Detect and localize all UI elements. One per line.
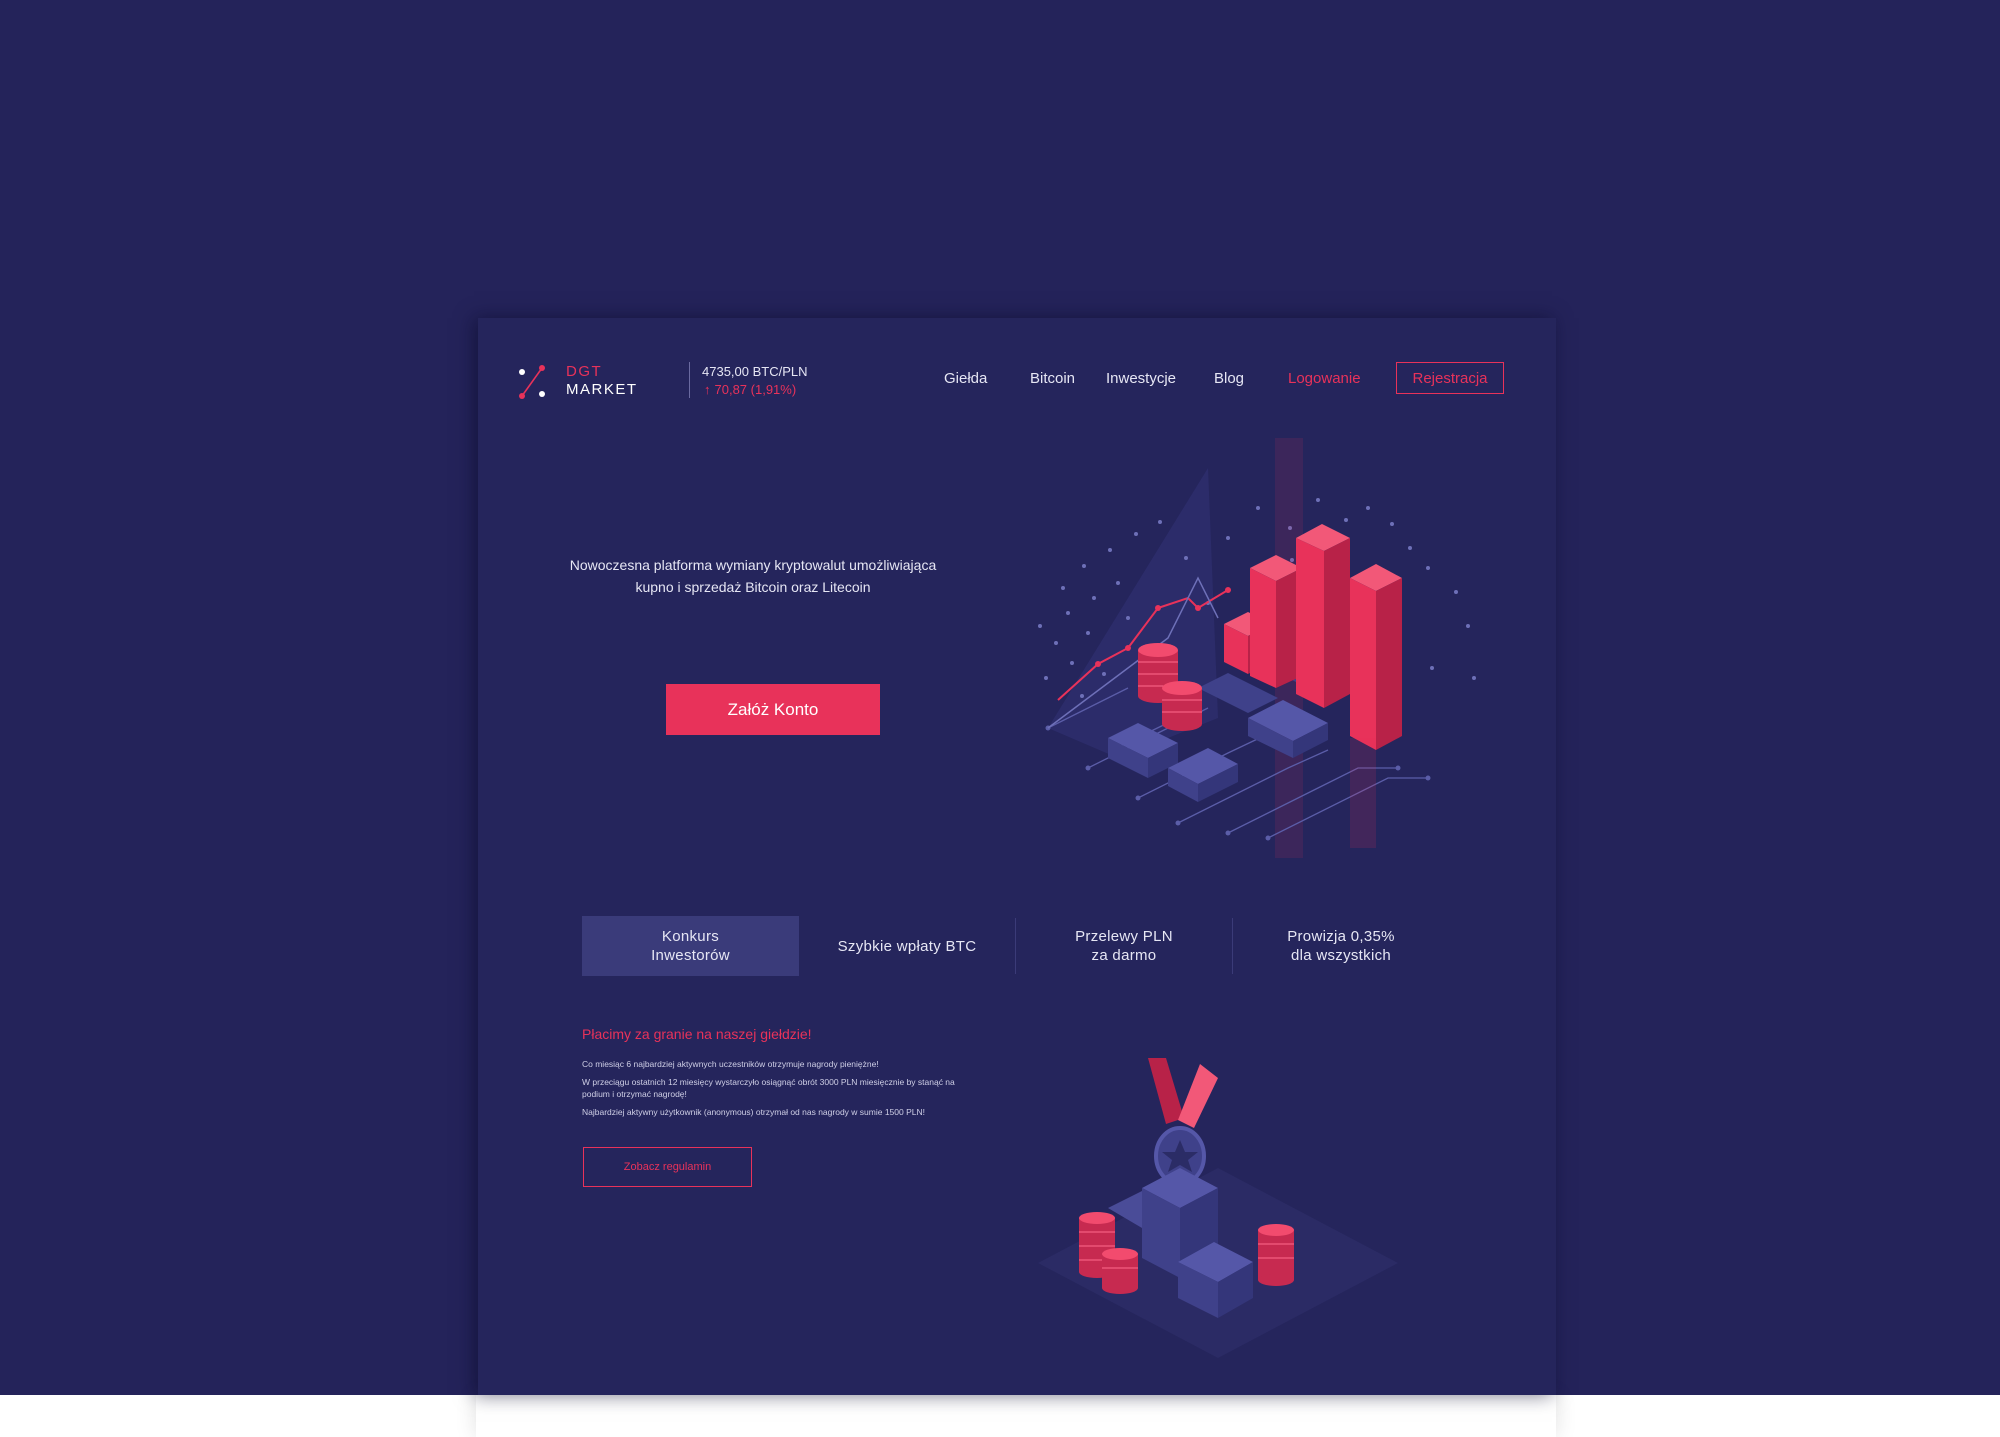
logo[interactable]: DGT MARKET	[518, 362, 648, 412]
hero-tagline-line1: Nowoczesna platforma wymiany kryptowalut…	[569, 557, 937, 573]
hero-tagline-line2: kupno i sprzedaż Bitcoin oraz Litecoin	[635, 579, 871, 595]
contest-paragraph-1: Co miesiąc 6 najbardziej aktywnych uczes…	[582, 1059, 879, 1069]
contest-paragraph-2: W przeciągu ostatnich 12 miesięcy wystar…	[582, 1077, 955, 1099]
isometric-chart-illustration	[1038, 438, 1476, 858]
tab-przelewy-pln[interactable]: Przelewy PLN za darmo	[1016, 916, 1232, 976]
logo-text-market: MARKET	[566, 381, 638, 398]
tab-label: Przelewy PLN	[1075, 928, 1173, 945]
nav-bitcoin[interactable]: Bitcoin	[1030, 370, 1075, 387]
nav-blog[interactable]: Blog	[1214, 370, 1244, 387]
tab-konkurs-inwestorow[interactable]: Konkurs Inwestorów	[582, 916, 799, 976]
login-link[interactable]: Logowanie	[1288, 370, 1361, 387]
btc-price-change: ↑ 70,87 (1,91%)	[704, 382, 796, 397]
view-rules-button[interactable]: Zobacz regulamin	[583, 1147, 752, 1187]
feature-tabs: Konkurs Inwestorów Szybkie wpłaty BTC Pr…	[582, 916, 1448, 976]
contest-paragraph-3: Najbardziej aktywny użytkownik (anonymou…	[582, 1107, 925, 1117]
tab-label: Szybkie wpłaty BTC	[837, 937, 977, 955]
tab-label: Inwestorów	[651, 947, 730, 964]
landing-page-card: DGT MARKET 4735,00 BTC/PLN ↑ 70,87 (1,91%…	[478, 318, 1556, 1395]
tab-label: Prowizja 0,35%	[1287, 928, 1395, 945]
nav-inwestycje[interactable]: Inwestycje	[1106, 370, 1176, 387]
create-account-button[interactable]: Załóż Konto	[666, 684, 880, 735]
medal-podium-illustration	[1038, 1058, 1398, 1358]
tab-label: za darmo	[1091, 947, 1157, 964]
tab-label: dla wszystkich	[1290, 947, 1392, 964]
ticker-divider	[689, 362, 690, 398]
card-bottom-edge	[476, 1395, 1556, 1437]
hero-tagline: Nowoczesna platforma wymiany kryptowalut…	[558, 554, 948, 598]
register-button[interactable]: Rejestracja	[1396, 362, 1504, 394]
contest-title: Płacimy za granie na naszej giełdzie!	[582, 1026, 812, 1042]
nav-gielda[interactable]: Giełda	[944, 370, 987, 387]
arrow-up-icon: ↑	[704, 382, 711, 397]
btc-price: 4735,00 BTC/PLN	[702, 364, 808, 379]
tab-szybkie-wplaty-btc[interactable]: Szybkie wpłaty BTC	[799, 916, 1015, 976]
tab-prowizja[interactable]: Prowizja 0,35% dla wszystkich	[1233, 916, 1449, 976]
logo-text-dgt: DGT	[566, 363, 603, 380]
tab-label: Konkurs	[661, 928, 720, 945]
logo-mark-icon	[519, 365, 545, 399]
btc-price-change-value: 70,87 (1,91%)	[714, 382, 797, 397]
